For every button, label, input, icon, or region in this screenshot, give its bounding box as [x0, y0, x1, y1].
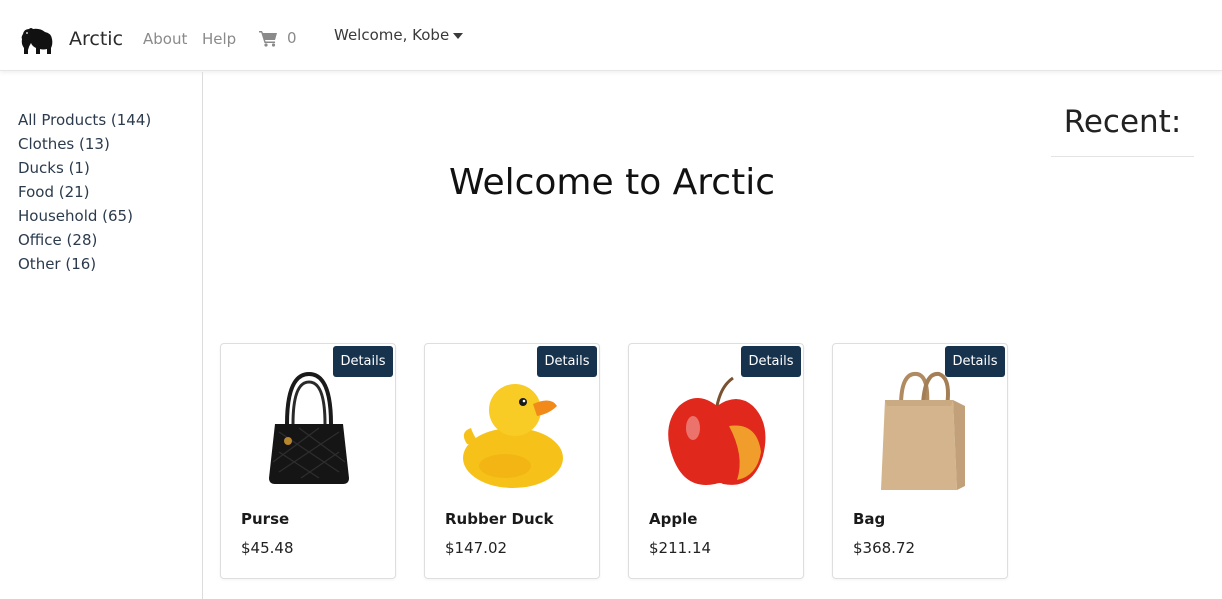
paper-bag-image[interactable] [861, 366, 981, 498]
category-clothes[interactable]: Clothes (13) [18, 132, 151, 156]
user-menu-dropdown[interactable]: Welcome, Kobe [334, 26, 464, 44]
welcome-label: Welcome, Kobe [334, 26, 450, 44]
purse-image[interactable] [249, 366, 369, 498]
shopping-cart-icon [259, 30, 277, 47]
category-household[interactable]: Household (65) [18, 204, 151, 228]
product-name[interactable]: Bag [853, 510, 885, 528]
rubber-duck-image[interactable] [453, 366, 573, 498]
category-office[interactable]: Office (28) [18, 228, 151, 252]
product-name[interactable]: Purse [241, 510, 289, 528]
category-ducks[interactable]: Ducks (1) [18, 156, 151, 180]
recent-title: Recent: [1063, 104, 1182, 140]
product-card: Details Rubber Duck $147.02 [424, 343, 600, 579]
category-food[interactable]: Food (21) [18, 180, 151, 204]
product-name[interactable]: Rubber Duck [445, 510, 554, 528]
category-list: All Products (144) Clothes (13) Ducks (1… [18, 108, 151, 276]
recent-panel: Recent: [1021, 72, 1222, 599]
bear-logo-icon[interactable] [20, 24, 54, 56]
category-all-products[interactable]: All Products (144) [18, 108, 151, 132]
divider [1051, 156, 1194, 157]
nav-link-help[interactable]: Help [202, 30, 236, 48]
nav-link-about[interactable]: About [143, 30, 187, 48]
navbar: Arctic About Help 0 Welcome, Kobe [0, 0, 1222, 71]
product-name[interactable]: Apple [649, 510, 697, 528]
cart-count: 0 [287, 29, 297, 47]
apple-image[interactable] [657, 366, 777, 498]
category-other[interactable]: Other (16) [18, 252, 151, 276]
brand-name[interactable]: Arctic [69, 28, 123, 50]
caret-down-icon [453, 32, 464, 39]
product-price: $147.02 [445, 539, 508, 557]
product-card: Details Purse $45.48 [220, 343, 396, 579]
product-card: Details Apple $211.14 [628, 343, 804, 579]
product-card: Details Bag $368.72 [832, 343, 1008, 579]
product-price: $45.48 [241, 539, 294, 557]
page-title: Welcome to Arctic [448, 162, 776, 203]
product-price: $211.14 [649, 539, 712, 557]
cart-button[interactable]: 0 [259, 29, 297, 47]
main-content: Welcome to Arctic Details Purse $45.48 D… [204, 78, 1020, 599]
category-sidebar: All Products (144) Clothes (13) Ducks (1… [0, 72, 203, 599]
product-price: $368.72 [853, 539, 916, 557]
